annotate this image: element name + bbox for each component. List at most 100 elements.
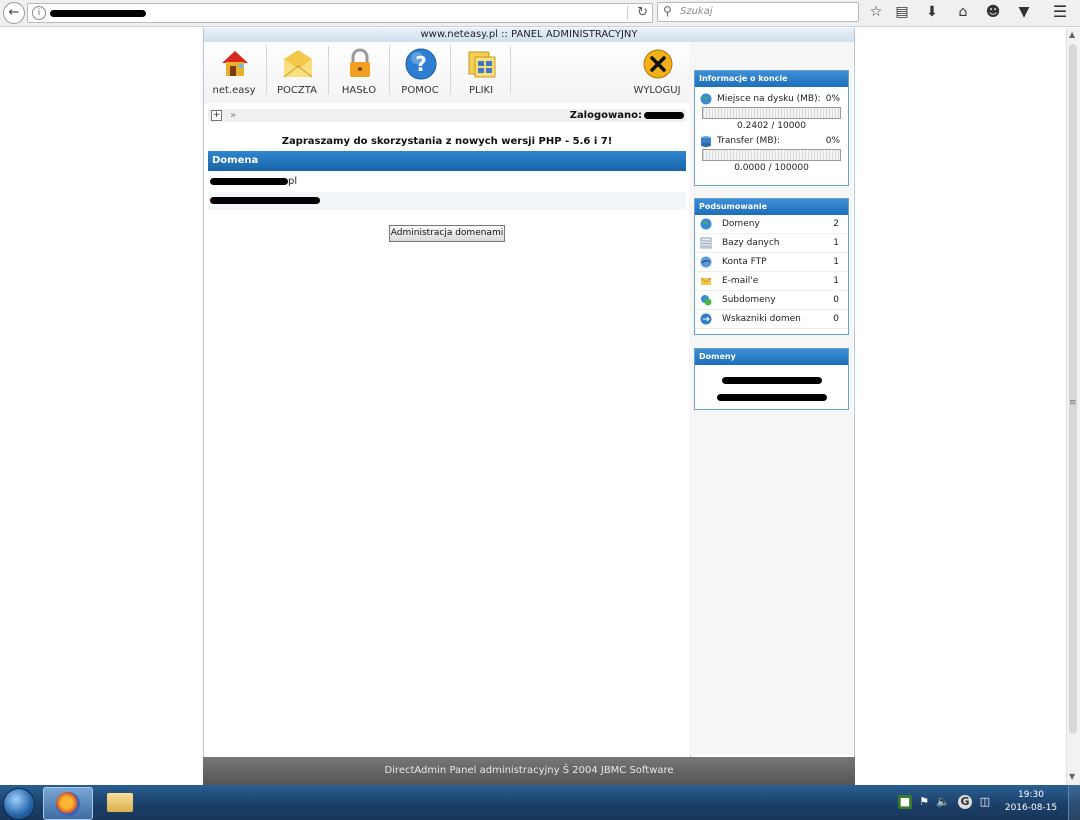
- nvidia-icon[interactable]: ■: [898, 795, 912, 809]
- transfer-line: Transfer (MB): 0%: [695, 133, 848, 149]
- summary-item-wskazniki-domen[interactable]: Wskazniki domen 0: [695, 310, 848, 329]
- summary-item-count: 1: [833, 276, 839, 286]
- start-button-icon[interactable]: [3, 788, 35, 820]
- transfer-progress-bar: [702, 149, 841, 161]
- hamburger-menu-icon[interactable]: ☰: [1050, 2, 1070, 22]
- domain-admin-button[interactable]: Administracja domenami: [389, 225, 505, 242]
- g-app-icon[interactable]: G: [958, 795, 972, 809]
- summary-item-count: 0: [833, 295, 839, 305]
- right-sidebar: Informacje o koncie Miejsce na dysku (MB…: [689, 42, 853, 755]
- pocket-icon[interactable]: ▼: [1014, 2, 1034, 22]
- address-text-redacted: [50, 6, 146, 19]
- transfer-label: Transfer (MB):: [717, 136, 781, 146]
- logged-in-user: Zalogowano:: [570, 109, 684, 122]
- neteasy-home-button[interactable]: net.easy: [204, 44, 264, 104]
- search-bar[interactable]: ⚲ Szukaj: [657, 2, 859, 22]
- scroll-down-icon[interactable]: ▼: [1069, 772, 1075, 781]
- taskbar-clock[interactable]: 19:30 2016-08-15: [1000, 789, 1062, 815]
- summary-item-domeny[interactable]: Domeny 2: [695, 215, 848, 234]
- summary-item-e-mail-e[interactable]: E-mail'e 1: [695, 272, 848, 291]
- summary-item-count: 1: [833, 257, 839, 267]
- clock-time: 19:30: [1018, 790, 1044, 800]
- speaker-icon[interactable]: 🔈: [936, 795, 950, 809]
- reload-icon[interactable]: ↻: [637, 5, 648, 20]
- domain-table-header: Domena: [208, 151, 686, 171]
- main-content: + » Zalogowano: Zapraszamy do skorzystan…: [204, 103, 691, 785]
- password-button[interactable]: HASŁO: [329, 44, 389, 104]
- search-icon: ⚲: [663, 4, 672, 18]
- summary-item-label: Bazy danych: [722, 238, 780, 248]
- breadcrumb-arrow: »: [230, 110, 237, 121]
- table-row[interactable]: [208, 192, 686, 210]
- summary-item-count: 2: [833, 219, 839, 229]
- summary-item-bazy-danych[interactable]: Bazy danych 1: [695, 234, 848, 253]
- show-desktop-button[interactable]: [1068, 785, 1080, 820]
- summary-item-konta-ftp[interactable]: Konta FTP 1: [695, 253, 848, 272]
- summary-item-label: E-mail'e: [722, 276, 759, 286]
- address-divider: [627, 6, 628, 20]
- summary-item-count: 1: [833, 238, 839, 248]
- disk-usage-line: Miejsce na dysku (MB): 0%: [695, 91, 848, 107]
- browser-toolbar: ← i ↻ ⚲ Szukaj ☆ ▤ ⬇ ⌂ ☻ ▼ ☰: [0, 0, 1080, 27]
- summary-item-count: 0: [833, 314, 839, 324]
- site-info-icon[interactable]: i: [32, 6, 46, 20]
- transfer-value: 0.0000 / 100000: [734, 163, 809, 173]
- transfer-percent: 0%: [825, 136, 840, 146]
- bookmark-star-icon[interactable]: ☆: [866, 2, 886, 22]
- windows-taskbar: ■ ⚑ 🔈 G ◫ 19:30 2016-08-15: [0, 785, 1080, 820]
- logout-button[interactable]: WYLOGUJ: [627, 44, 687, 104]
- scroll-grip-icon: ≡: [1069, 398, 1077, 408]
- mail-button[interactable]: POCZTA: [267, 44, 327, 104]
- padlock-icon: [350, 48, 370, 77]
- reading-list-icon[interactable]: ▤: [892, 2, 912, 22]
- username-redacted: [644, 111, 684, 119]
- summary-item-subdomeny[interactable]: Subdomeny 0: [695, 291, 848, 310]
- home-icon[interactable]: ⌂: [953, 2, 973, 22]
- breadcrumb: + » Zalogowano:: [208, 109, 686, 122]
- globe-icon: [700, 218, 712, 230]
- page-footer: DirectAdmin Panel administracyjny Š 2004…: [203, 757, 855, 785]
- summary-item-label: Konta FTP: [722, 257, 767, 267]
- explorer-taskbar-button[interactable]: [95, 787, 143, 818]
- house-icon: [222, 51, 248, 76]
- scroll-up-icon[interactable]: ▲: [1069, 30, 1075, 39]
- summary-item-label: Subdomeny: [722, 295, 776, 305]
- logout-label: WYLOGUJ: [633, 85, 681, 96]
- folder-icon: [107, 793, 133, 812]
- download-arrow-icon[interactable]: ⬇: [922, 2, 942, 22]
- close-x-icon: [643, 49, 673, 79]
- disk-label: Miejsce na dysku (MB):: [717, 94, 821, 104]
- chat-icon[interactable]: ☻: [983, 2, 1003, 22]
- help-button[interactable]: ? POMOC: [390, 44, 450, 104]
- vertical-scrollbar[interactable]: ▲ ≡ ▼: [1066, 28, 1080, 785]
- search-placeholder: Szukaj: [680, 6, 713, 17]
- files-icon: [468, 51, 496, 78]
- panel-header: www.neteasy.pl :: PANEL ADMINISTRACYJNY: [204, 28, 854, 42]
- domain-link-redacted-2[interactable]: [695, 386, 848, 403]
- back-arrow-icon[interactable]: ←: [3, 2, 25, 24]
- table-row[interactable]: pl: [208, 173, 686, 191]
- account-info-box: Informacje o koncie Miejsce na dysku (MB…: [694, 70, 849, 186]
- clock-date: 2016-08-15: [1004, 803, 1058, 813]
- envelope-icon: [283, 50, 313, 78]
- toolbar-divider: [510, 46, 511, 94]
- firefox-taskbar-button[interactable]: [43, 787, 93, 820]
- expand-icon[interactable]: +: [211, 110, 222, 121]
- network-icon[interactable]: ◫: [978, 795, 992, 809]
- summary-title: Podsumowanie: [695, 199, 848, 215]
- files-button[interactable]: PLIKI: [451, 44, 511, 104]
- ftp-icon: [700, 256, 712, 268]
- domain-name-redacted: [210, 196, 320, 204]
- help-label: POMOC: [401, 85, 439, 96]
- scroll-thumb[interactable]: [1069, 44, 1077, 734]
- domains-box: Domeny: [694, 348, 849, 410]
- transfer-database-icon: [701, 136, 711, 147]
- flag-icon[interactable]: ⚑: [917, 795, 931, 809]
- summary-box: Podsumowanie Domeny 2 Bazy danych 1 Konta FT…: [694, 198, 849, 335]
- summary-item-label: Wskazniki domen: [722, 314, 801, 324]
- svg-text:?: ?: [415, 52, 427, 76]
- domain-link-redacted-1[interactable]: [695, 365, 848, 386]
- address-bar[interactable]: i ↻: [27, 3, 653, 23]
- logged-in-label: Zalogowano:: [569, 110, 642, 121]
- globe-disk-icon: [700, 93, 712, 105]
